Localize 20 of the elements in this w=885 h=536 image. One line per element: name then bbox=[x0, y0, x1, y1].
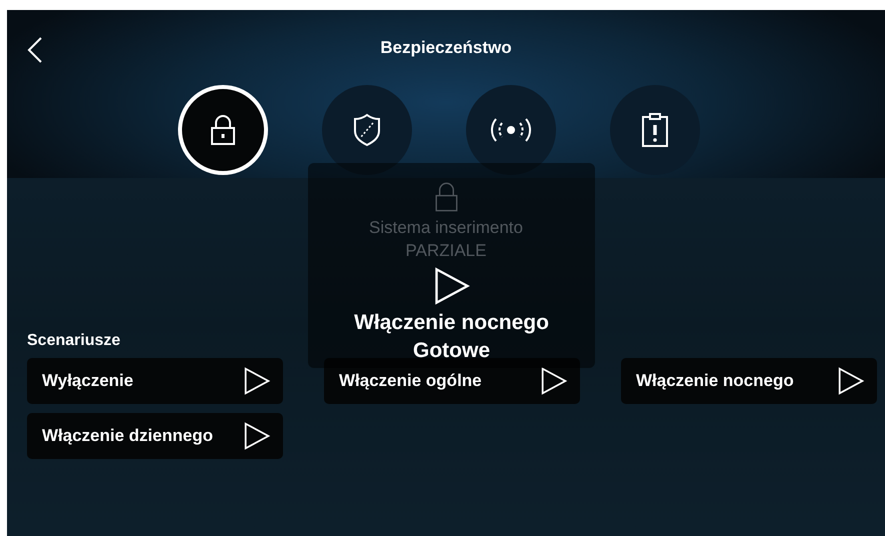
play-icon bbox=[837, 367, 865, 395]
play-icon bbox=[243, 422, 271, 450]
padlock-icon bbox=[210, 114, 236, 146]
page-title: Bezpieczeństwo bbox=[380, 38, 512, 58]
popup-title: Włączenie nocnego bbox=[354, 310, 549, 336]
padlock-icon bbox=[434, 182, 458, 212]
play-icon bbox=[434, 267, 470, 305]
status-text: PARZIALE bbox=[406, 240, 486, 262]
scenario-button[interactable]: Włączenie ogólne bbox=[324, 358, 580, 404]
back-chevron-icon bbox=[27, 36, 43, 64]
scenario-button[interactable]: Włączenie nocnego bbox=[621, 358, 877, 404]
clipboard-alert-icon bbox=[641, 112, 669, 148]
shield-icon bbox=[353, 113, 381, 147]
play-icon bbox=[540, 367, 568, 395]
status-text: Sistema inserimento bbox=[368, 217, 523, 239]
play-icon bbox=[243, 367, 271, 395]
section-label: Scenariusze bbox=[27, 332, 120, 350]
signal-waves-icon bbox=[489, 116, 533, 144]
scenario-button[interactable]: Wyłączenie bbox=[27, 358, 283, 404]
scenario-button[interactable]: Włączenie dziennego bbox=[27, 413, 283, 459]
